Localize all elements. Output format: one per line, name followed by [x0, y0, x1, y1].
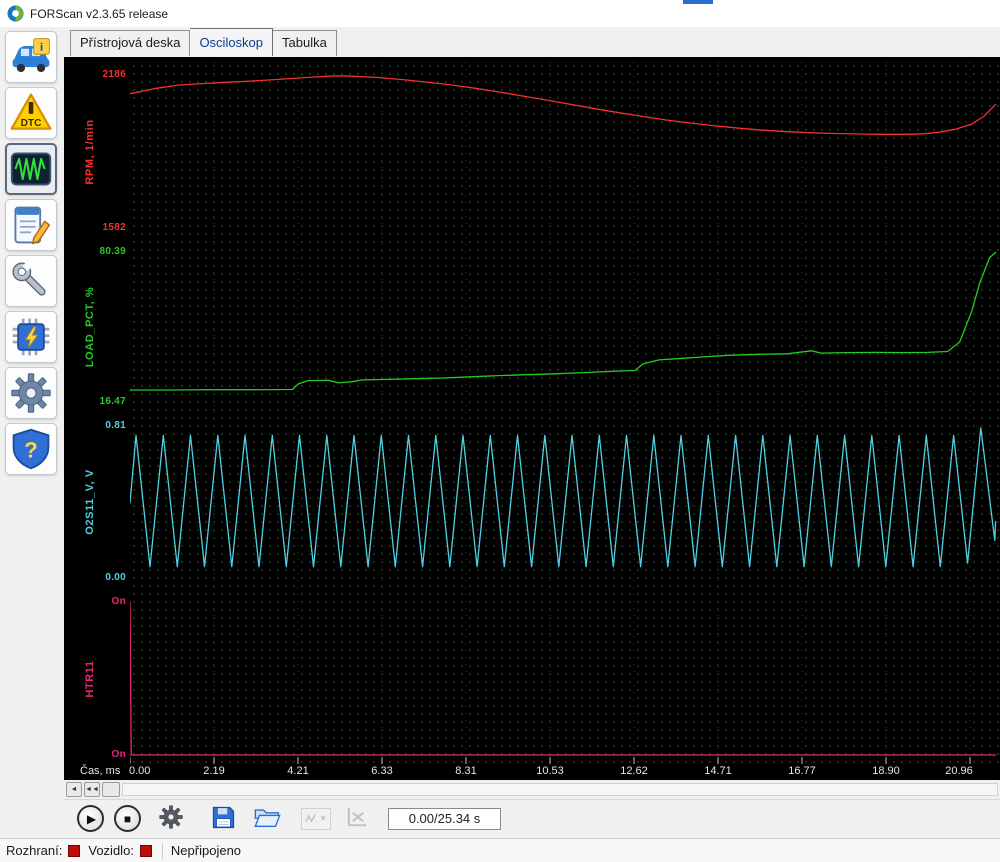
app-logo-icon — [7, 5, 24, 22]
interface-status-indicator — [68, 844, 81, 857]
no-graph-icon — [345, 806, 368, 832]
y-axis-value-label: 16.47 — [99, 395, 126, 407]
x-axis-tick-label: 10.53 — [536, 765, 564, 777]
connection-status-text: Nepřipojeno — [170, 843, 242, 858]
waveform-svg — [130, 62, 997, 764]
x-axis-tick-labels: 0.00 2.19 4.21 6.33 8.31 10.53 12.62 14.71 16.77… — [64, 765, 1000, 779]
table-check-icon — [9, 203, 53, 247]
scroll-left-button[interactable]: ◄ — [66, 782, 82, 797]
play-button[interactable]: ▶ — [77, 805, 104, 832]
open-button[interactable] — [253, 805, 281, 833]
y-axis-value-label: 2186 — [102, 68, 126, 80]
y-axis-value-label: 1582 — [102, 221, 126, 233]
sidebar-table-button[interactable] — [5, 199, 57, 251]
svg-text:?: ? — [24, 437, 37, 462]
plot-area[interactable] — [130, 62, 1000, 764]
double-left-arrow-icon: ◄◄ — [85, 786, 99, 793]
sidebar-configuration-button[interactable] — [5, 311, 57, 363]
sidebar-help-button[interactable]: ? — [5, 423, 57, 475]
wrench-icon — [9, 259, 53, 303]
forscan-window: FORScan v2.3.65 release i DTC ? Přístroj… — [0, 0, 1000, 862]
play-icon: ▶ — [86, 811, 97, 826]
open-folder-icon — [253, 806, 281, 832]
scroll-jump-start-button[interactable]: ◄◄ — [84, 782, 100, 797]
title-bar: FORScan v2.3.65 release — [0, 0, 1000, 27]
horizontal-scrollbar: ◄ ◄◄ — [64, 781, 1000, 798]
x-axis-tick-label: 8.31 — [455, 765, 477, 777]
sidebar: i DTC ? — [0, 28, 64, 778]
status-divider — [161, 842, 163, 859]
oscilloscope-icon — [9, 147, 53, 191]
y-axis-value-label: 0.00 — [105, 571, 126, 583]
sidebar-dtc-button[interactable]: DTC — [5, 87, 57, 139]
series-name-label: LOAD_PCT, % — [84, 286, 96, 368]
time-display: 0.00/25.34 s — [388, 807, 501, 830]
x-axis-tick-label: 16.77 — [788, 765, 816, 777]
series-name-label: RPM, 1/min — [84, 118, 96, 185]
sidebar-vehicle-info-button[interactable]: i — [5, 31, 57, 83]
interface-label: Rozhraní: — [6, 843, 63, 858]
status-bar: Rozhraní: Vozidlo: Nepřipojeno — [0, 838, 1000, 862]
toolbar: ▶ ■ ▼ 0.00/25.34 s — [64, 799, 1000, 837]
left-arrow-icon: ◄ — [70, 786, 78, 793]
sidebar-oscilloscope-button[interactable] — [5, 143, 57, 195]
series-name-label: O2S11_V, V — [84, 469, 96, 535]
sidebar-service-button[interactable] — [5, 255, 57, 307]
top-accent-mark — [683, 0, 713, 4]
y-axis-value-label: 0.81 — [105, 419, 126, 431]
gear-icon — [9, 371, 53, 415]
tab-pristrojova-deska[interactable]: Přístrojová deska — [70, 30, 191, 56]
save-floppy-icon — [211, 805, 236, 833]
channel-combo-disabled: ▼ — [301, 807, 331, 830]
remove-graph-button-disabled — [342, 805, 370, 833]
signal-icon — [305, 814, 316, 823]
help-shield-icon: ? — [9, 427, 53, 471]
x-axis-tick-label: 14.71 — [704, 765, 732, 777]
save-button[interactable] — [209, 805, 237, 833]
x-axis-tick-label: 6.33 — [371, 765, 393, 777]
y-axis-labels: 2186 1582 RPM, 1/min 80.39 16.47 LOAD_PCT, % 0… — [64, 57, 130, 780]
vehicle-label: Vozidlo: — [88, 843, 134, 858]
vehicle-status-indicator — [139, 844, 152, 857]
stop-button[interactable]: ■ — [114, 805, 141, 832]
x-axis-tick-label: 18.90 — [872, 765, 900, 777]
series-name-label: HTR11 — [84, 659, 96, 698]
sidebar-settings-button[interactable] — [5, 367, 57, 419]
y-axis-value-label: 80.39 — [99, 245, 126, 257]
tab-osciloskop[interactable]: Osciloskop — [190, 28, 274, 56]
dropdown-arrow-icon: ▼ — [319, 814, 327, 823]
tab-tabulka[interactable]: Tabulka — [273, 30, 337, 56]
stop-icon: ■ — [123, 811, 132, 826]
y-axis-value-label: On — [111, 748, 126, 760]
scope-settings-button[interactable] — [157, 805, 185, 833]
x-axis-tick-label: 12.62 — [620, 765, 648, 777]
x-axis-tick-label: 20.96 — [945, 765, 973, 777]
svg-text:DTC: DTC — [21, 118, 42, 129]
window-title: FORScan v2.3.65 release — [30, 6, 169, 21]
chip-lightning-icon — [9, 315, 53, 359]
y-axis-value-label: On — [111, 595, 126, 607]
x-axis-tick-label: 0.00 — [129, 765, 151, 777]
x-axis-tick-label: 4.21 — [287, 765, 309, 777]
gear-icon — [158, 804, 184, 833]
dtc-warning-icon: DTC — [9, 91, 53, 135]
tab-bar: Přístrojová deska Osciloskop Tabulka — [70, 28, 337, 56]
x-axis-tick-label: 2.19 — [203, 765, 225, 777]
scrollbar-track[interactable] — [122, 783, 998, 796]
scrollbar-thumb[interactable] — [102, 782, 120, 797]
oscilloscope-chart: 2186 1582 RPM, 1/min 80.39 16.47 LOAD_PCT, % 0… — [64, 57, 1000, 780]
vehicle-info-icon: i — [9, 35, 53, 79]
